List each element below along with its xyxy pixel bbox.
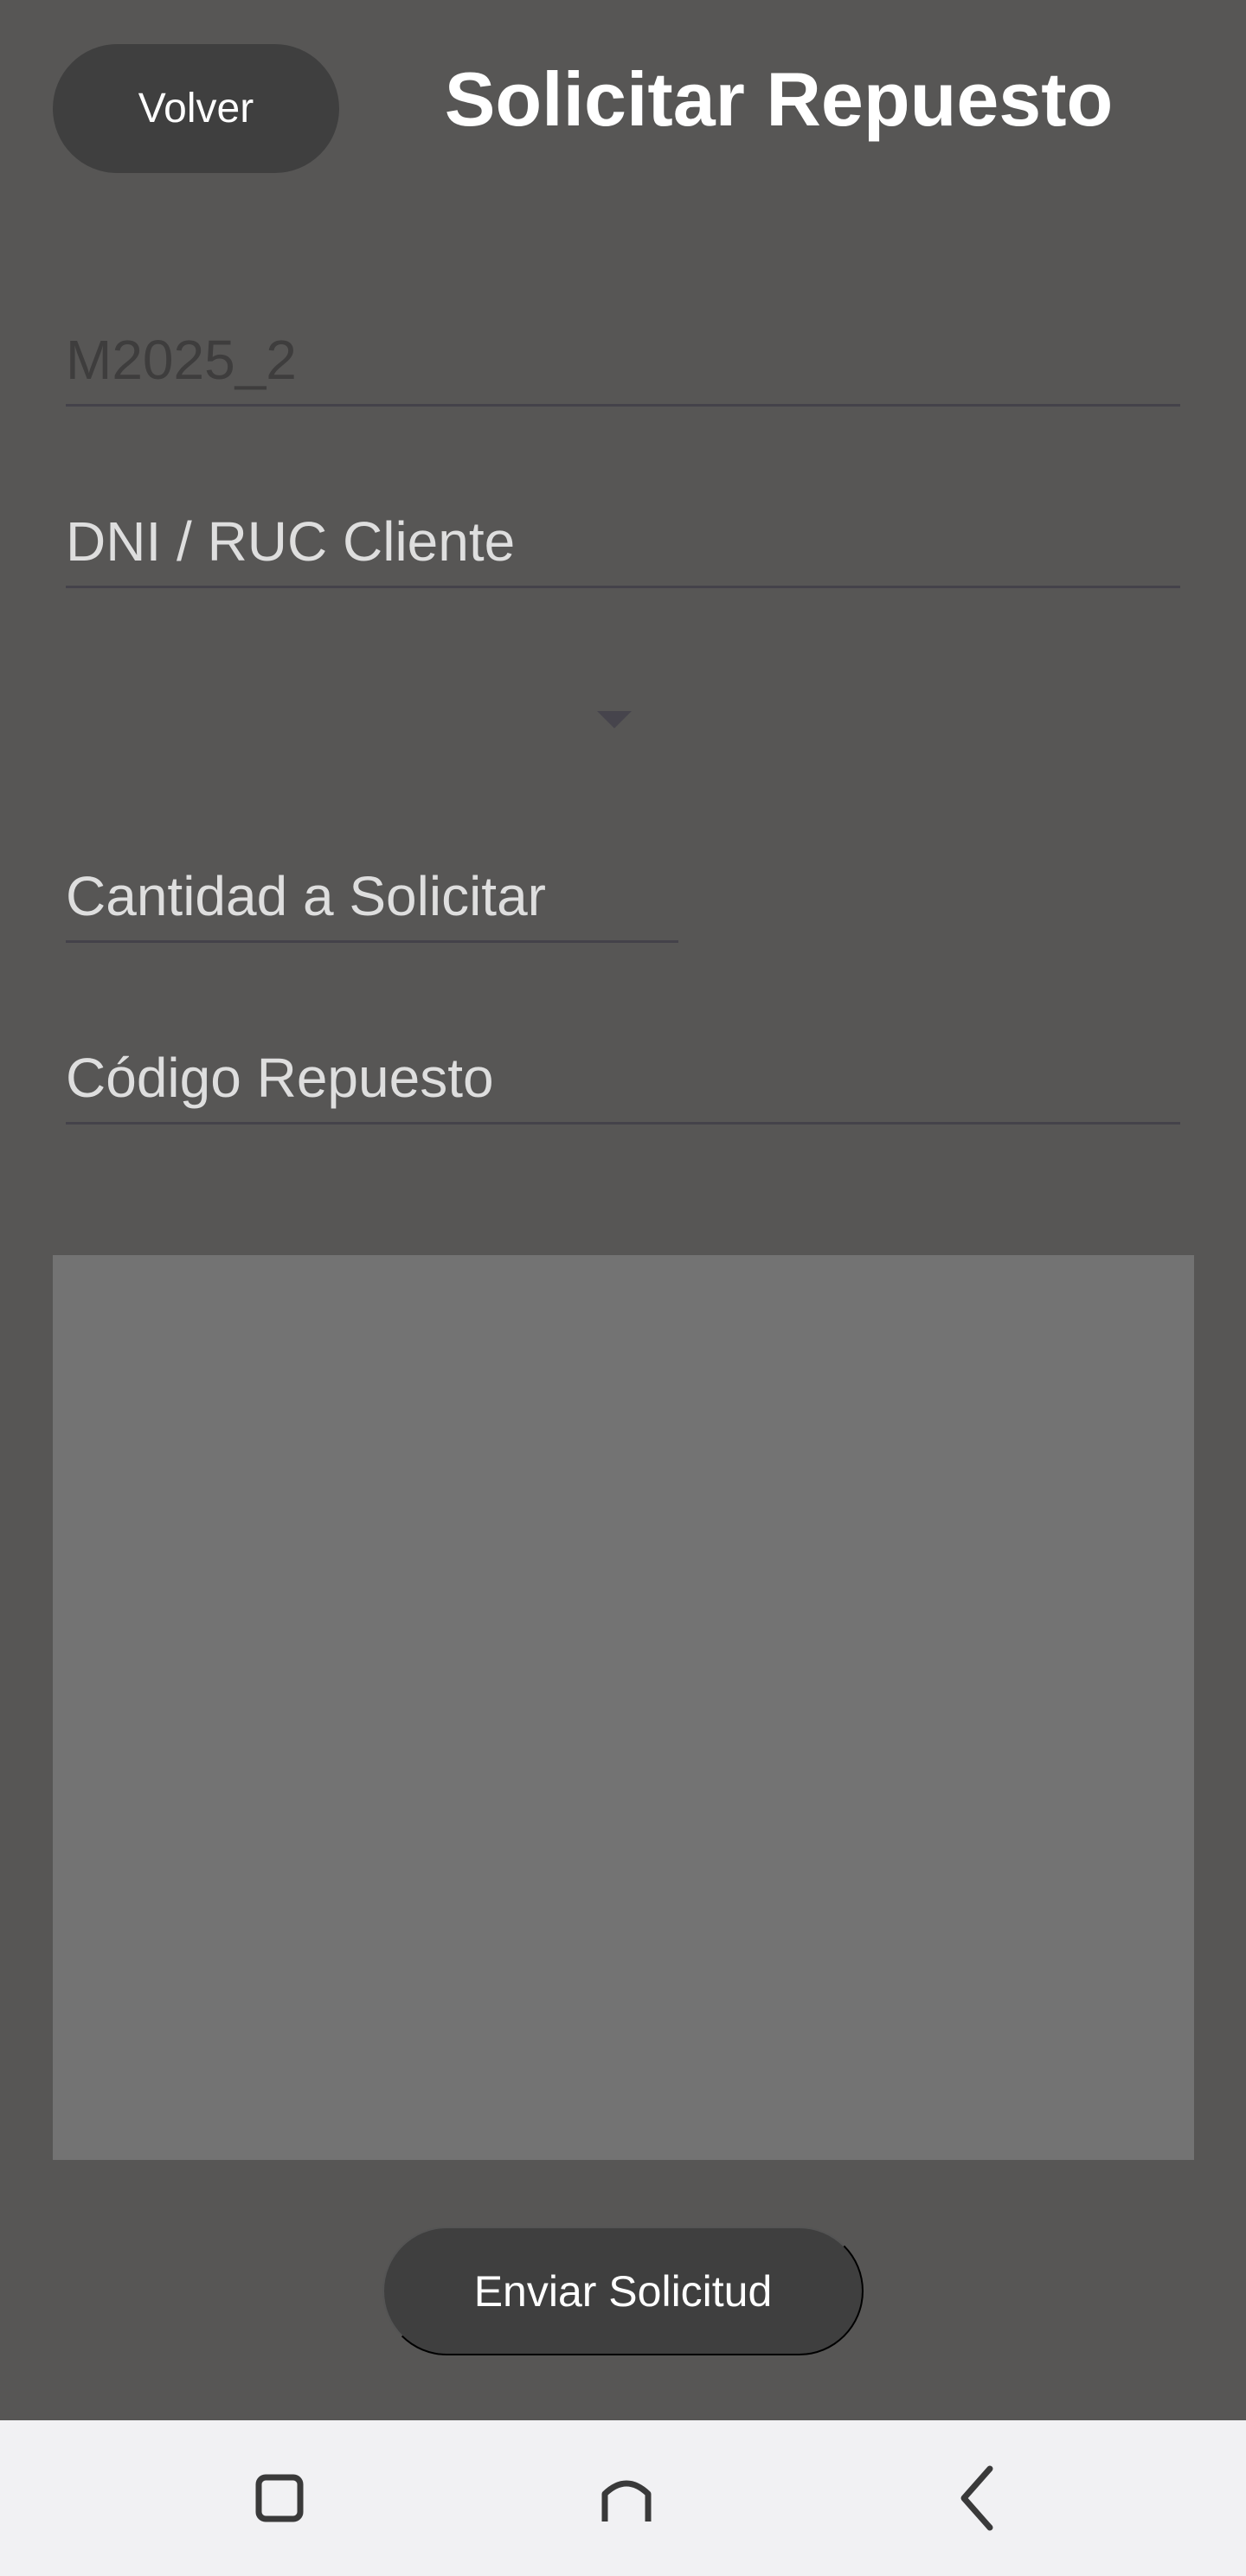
chevron-left-icon: [960, 2465, 993, 2531]
back-button[interactable]: Volver: [53, 44, 339, 173]
submit-button[interactable]: Enviar Solicitud: [382, 2227, 864, 2355]
dropdown-select[interactable]: [66, 666, 1180, 770]
code-field-value: M2025_2: [66, 329, 297, 391]
app-area: Volver Solicitar Repuesto M2025_2 DNI / …: [0, 0, 1246, 2420]
preview-panel: [53, 1255, 1194, 2160]
page-title: Solicitar Repuesto: [444, 56, 1114, 142]
system-nav-bar: [0, 2420, 1246, 2576]
part-code-field[interactable]: Código Repuesto: [66, 1029, 1180, 1125]
home-icon: [601, 2480, 652, 2522]
home-button[interactable]: [583, 2455, 670, 2541]
quantity-field[interactable]: Cantidad a Solicitar: [66, 848, 678, 943]
quantity-placeholder: Cantidad a Solicitar: [66, 865, 546, 927]
part-code-placeholder: Código Repuesto: [66, 1047, 494, 1109]
square-icon: [255, 2474, 304, 2522]
nav-back-button[interactable]: [934, 2455, 1021, 2541]
recents-button[interactable]: [236, 2455, 323, 2541]
client-id-placeholder: DNI / RUC Cliente: [66, 510, 516, 573]
code-field[interactable]: M2025_2: [66, 311, 1180, 407]
screen: Volver Solicitar Repuesto M2025_2 DNI / …: [0, 0, 1246, 2576]
client-id-field[interactable]: DNI / RUC Cliente: [66, 493, 1180, 588]
dropdown-arrow-icon: [597, 711, 632, 728]
